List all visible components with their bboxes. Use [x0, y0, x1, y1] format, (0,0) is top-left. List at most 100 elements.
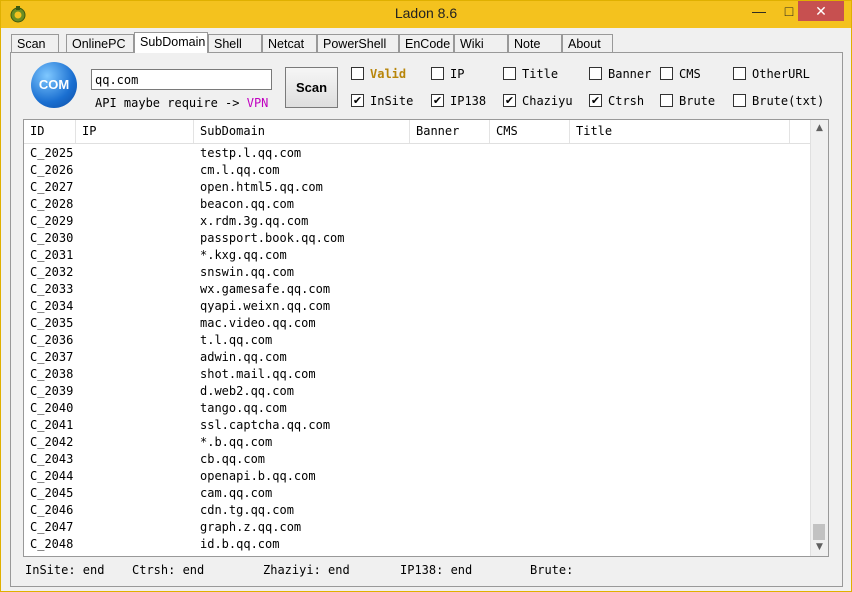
table-row[interactable]: C_2044 openapi.b.qq.com — [24, 468, 812, 485]
checkbox-cms[interactable]: CMS — [660, 67, 701, 83]
table-row[interactable]: C_2037 adwin.qq.com — [24, 349, 812, 366]
checkbox-box[interactable] — [431, 67, 444, 80]
table-row[interactable]: C_2036 t.l.qq.com — [24, 332, 812, 349]
table-row[interactable]: C_2027 open.html5.qq.com — [24, 179, 812, 196]
scroll-down-icon[interactable]: ▼ — [811, 539, 828, 556]
checkbox-box[interactable] — [351, 67, 364, 80]
checkbox-label: InSite — [370, 94, 414, 108]
tab-powershell[interactable]: PowerShell — [317, 34, 399, 52]
column-header-cms[interactable]: CMS — [490, 120, 570, 143]
checkbox-banner[interactable]: Banner — [589, 67, 651, 83]
checkbox-box[interactable] — [589, 67, 602, 80]
tab-shell[interactable]: Shell — [208, 34, 262, 52]
tab-about[interactable]: About — [562, 34, 613, 52]
column-header-subdomain[interactable]: SubDomain — [194, 120, 410, 143]
table-row[interactable]: C_2033 wx.gamesafe.qq.com — [24, 281, 812, 298]
checkbox-otherurl[interactable]: OtherURL — [733, 67, 810, 83]
table-row[interactable]: C_2028 beacon.qq.com — [24, 196, 812, 213]
checkbox-brute[interactable]: Brute — [660, 94, 715, 110]
tab-onlinepc[interactable]: OnlinePC — [66, 34, 134, 52]
row-id: C_2040 — [30, 401, 74, 415]
checkmark-icon[interactable]: ✔ — [431, 94, 444, 107]
table-row[interactable]: C_2048 id.b.qq.com — [24, 536, 812, 553]
row-subdomain: snswin.qq.com — [200, 265, 294, 279]
tab-subdomain[interactable]: SubDomain — [134, 32, 208, 53]
column-header-banner[interactable]: Banner — [410, 120, 490, 143]
checkbox-box[interactable] — [660, 67, 673, 80]
checkbox-box[interactable] — [503, 67, 516, 80]
table-row[interactable]: C_2034 qyapi.weixn.qq.com — [24, 298, 812, 315]
checkbox-insite[interactable]: ✔ InSite — [351, 94, 413, 110]
vertical-scrollbar[interactable]: ▲ ▼ — [810, 120, 828, 556]
checkbox-chaziyu[interactable]: ✔ Chaziyu — [503, 94, 573, 110]
table-row[interactable]: C_2047 graph.z.qq.com — [24, 519, 812, 536]
status-ctrsh: Ctrsh: end — [132, 563, 205, 577]
results-list[interactable]: ID IP SubDomain Banner CMS Title C_2025 t… — [23, 119, 829, 557]
checkmark-icon[interactable]: ✔ — [589, 94, 602, 107]
table-row[interactable]: C_2042 *.b.qq.com — [24, 434, 812, 451]
row-id: C_2034 — [30, 299, 74, 313]
table-row[interactable]: C_2032 snswin.qq.com — [24, 264, 812, 281]
row-subdomain: t.l.qq.com — [200, 333, 273, 347]
domain-input[interactable] — [91, 69, 272, 90]
title-bar[interactable]: Ladon 8.6 — □ ✕ — [1, 1, 851, 28]
row-subdomain: shot.mail.qq.com — [200, 367, 316, 381]
row-subdomain: cam.qq.com — [200, 486, 273, 500]
tab-scan[interactable]: Scan — [11, 34, 59, 52]
vpn-link[interactable]: VPN — [247, 96, 269, 110]
row-id: C_2039 — [30, 384, 74, 398]
table-row[interactable]: C_2046 cdn.tg.qq.com — [24, 502, 812, 519]
column-header-id[interactable]: ID — [24, 120, 76, 143]
row-id: C_2047 — [30, 520, 74, 534]
row-subdomain: cb.qq.com — [200, 452, 266, 466]
row-id: C_2033 — [30, 282, 74, 296]
table-row[interactable]: C_2030 passport.book.qq.com — [24, 230, 812, 247]
close-button[interactable]: ✕ — [798, 1, 844, 21]
tab-wiki[interactable]: Wiki — [454, 34, 508, 52]
checkbox-box[interactable] — [733, 94, 746, 107]
checkmark-icon[interactable]: ✔ — [503, 94, 516, 107]
row-subdomain: *.kxg.qq.com — [200, 248, 287, 262]
row-id: C_2035 — [30, 316, 74, 330]
tab-note[interactable]: Note — [508, 34, 562, 52]
table-row[interactable]: C_2038 shot.mail.qq.com — [24, 366, 812, 383]
tab-netcat[interactable]: Netcat — [262, 34, 317, 52]
row-id: C_2048 — [30, 537, 74, 551]
row-id: C_2045 — [30, 486, 74, 500]
scroll-up-icon[interactable]: ▲ — [811, 120, 828, 137]
checkbox-brute-txt[interactable]: Brute(txt) — [733, 94, 824, 110]
table-row[interactable]: C_2043 cb.qq.com — [24, 451, 812, 468]
row-id: C_2031 — [30, 248, 74, 262]
table-row[interactable]: C_2045 cam.qq.com — [24, 485, 812, 502]
column-header-ip[interactable]: IP — [76, 120, 194, 143]
checkbox-title[interactable]: Title — [503, 67, 558, 83]
checkbox-ip[interactable]: IP — [431, 67, 464, 83]
row-subdomain: beacon.qq.com — [200, 197, 294, 211]
scan-button[interactable]: Scan — [285, 67, 338, 108]
status-insite: InSite: end — [25, 563, 105, 577]
checkbox-label: Ctrsh — [608, 94, 645, 108]
table-row[interactable]: C_2026 cm.l.qq.com — [24, 162, 812, 179]
table-row[interactable]: C_2031 *.kxg.qq.com — [24, 247, 812, 264]
table-row[interactable]: C_2039 d.web2.qq.com — [24, 383, 812, 400]
table-row[interactable]: C_2025 testp.l.qq.com — [24, 145, 812, 162]
table-row[interactable]: C_2041 ssl.captcha.qq.com — [24, 417, 812, 434]
scrollbar-thumb[interactable] — [813, 524, 825, 540]
app-window: Ladon 8.6 — □ ✕ Scan OnlinePC SubDomain … — [0, 0, 852, 592]
checkbox-box[interactable] — [660, 94, 673, 107]
checkmark-icon[interactable]: ✔ — [351, 94, 364, 107]
minimize-button[interactable]: — — [744, 1, 774, 21]
checkbox-ip138[interactable]: ✔ IP138 — [431, 94, 486, 110]
tab-encode[interactable]: EnCode — [399, 34, 454, 52]
checkbox-ctrsh[interactable]: ✔ Ctrsh — [589, 94, 644, 110]
column-header-title[interactable]: Title — [570, 120, 790, 143]
checkbox-label: OtherURL — [752, 67, 810, 81]
row-subdomain: passport.book.qq.com — [200, 231, 345, 245]
checkbox-box[interactable] — [733, 67, 746, 80]
table-row[interactable]: C_2035 mac.video.qq.com — [24, 315, 812, 332]
row-id: C_2029 — [30, 214, 74, 228]
table-row[interactable]: C_2040 tango.qq.com — [24, 400, 812, 417]
table-row[interactable]: C_2029 x.rdm.3g.qq.com — [24, 213, 812, 230]
checkbox-valid[interactable]: Valid — [351, 67, 406, 83]
row-subdomain: openapi.b.qq.com — [200, 469, 316, 483]
